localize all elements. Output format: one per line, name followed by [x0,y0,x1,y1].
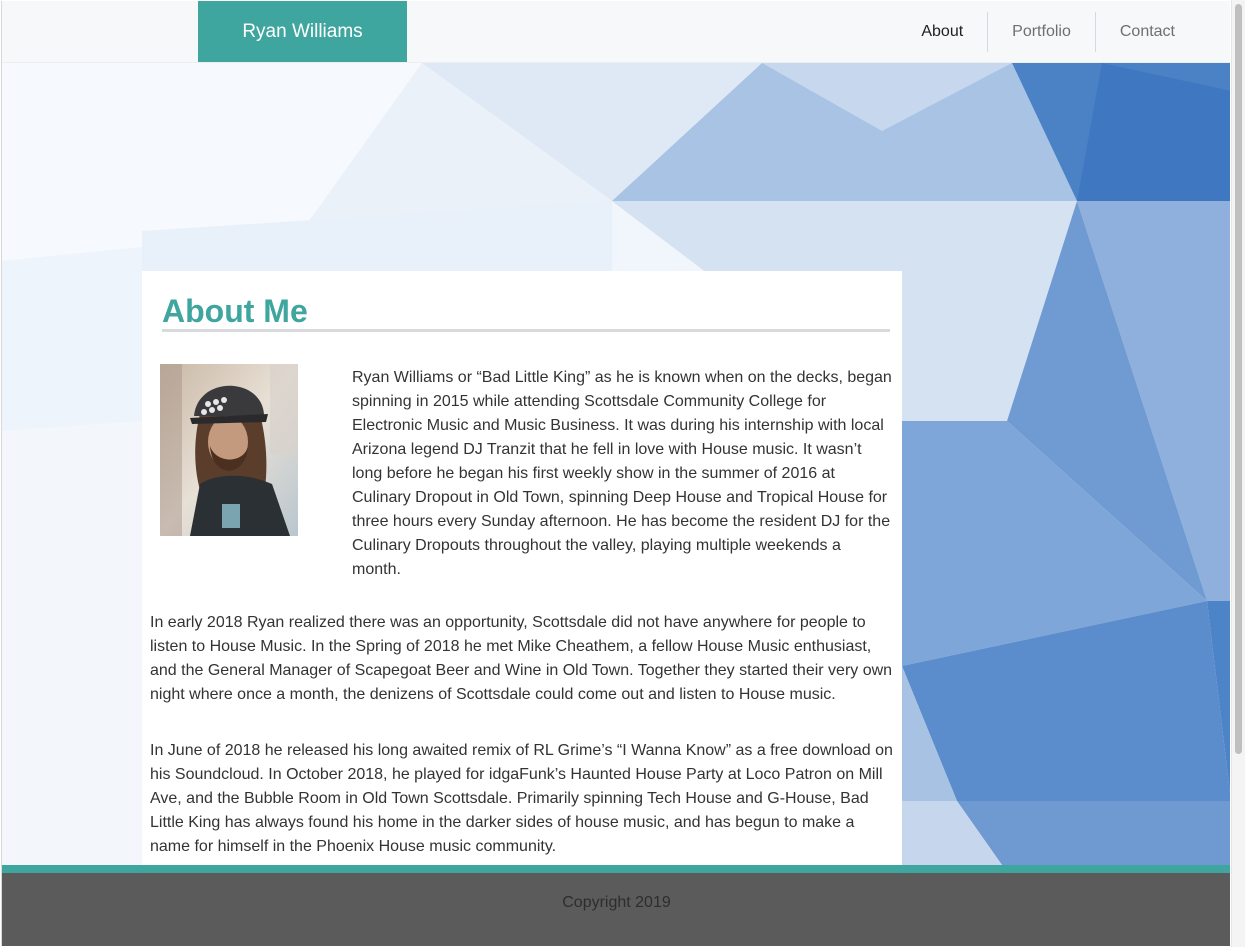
nav-links: About Portfolio Contact [897,12,1199,52]
about-paragraph-1: Ryan Williams or “Bad Little King” as he… [352,369,892,578]
brand-logo-link[interactable]: Ryan Williams [198,1,407,62]
nav-link-portfolio[interactable]: Portfolio [987,12,1095,52]
scrollbar-thumb[interactable] [1235,4,1242,754]
footer-accent-bar [2,865,1230,873]
title-divider [162,329,890,332]
about-paragraph-3: In June of 2018 he released his long awa… [150,742,893,855]
vertical-scrollbar[interactable] [1231,0,1245,947]
about-title: About Me [162,293,308,329]
about-paragraph-2: In early 2018 Ryan realized there was an… [150,614,893,703]
nav-link-about[interactable]: About [897,12,987,52]
profile-photo-image [160,364,298,536]
copyright-text: Copyright 2019 [562,894,671,911]
top-navbar: Ryan Williams About Portfolio Contact [2,1,1230,63]
nav-link-contact[interactable]: Contact [1094,12,1199,52]
about-card: About Me Ryan Williams or “Bad Little Ki… [142,271,902,871]
footer: Copyright 2019 [2,873,1230,946]
page-viewport: Ryan Williams About Portfolio Contact Ab… [1,1,1230,946]
profile-photo [160,364,298,536]
